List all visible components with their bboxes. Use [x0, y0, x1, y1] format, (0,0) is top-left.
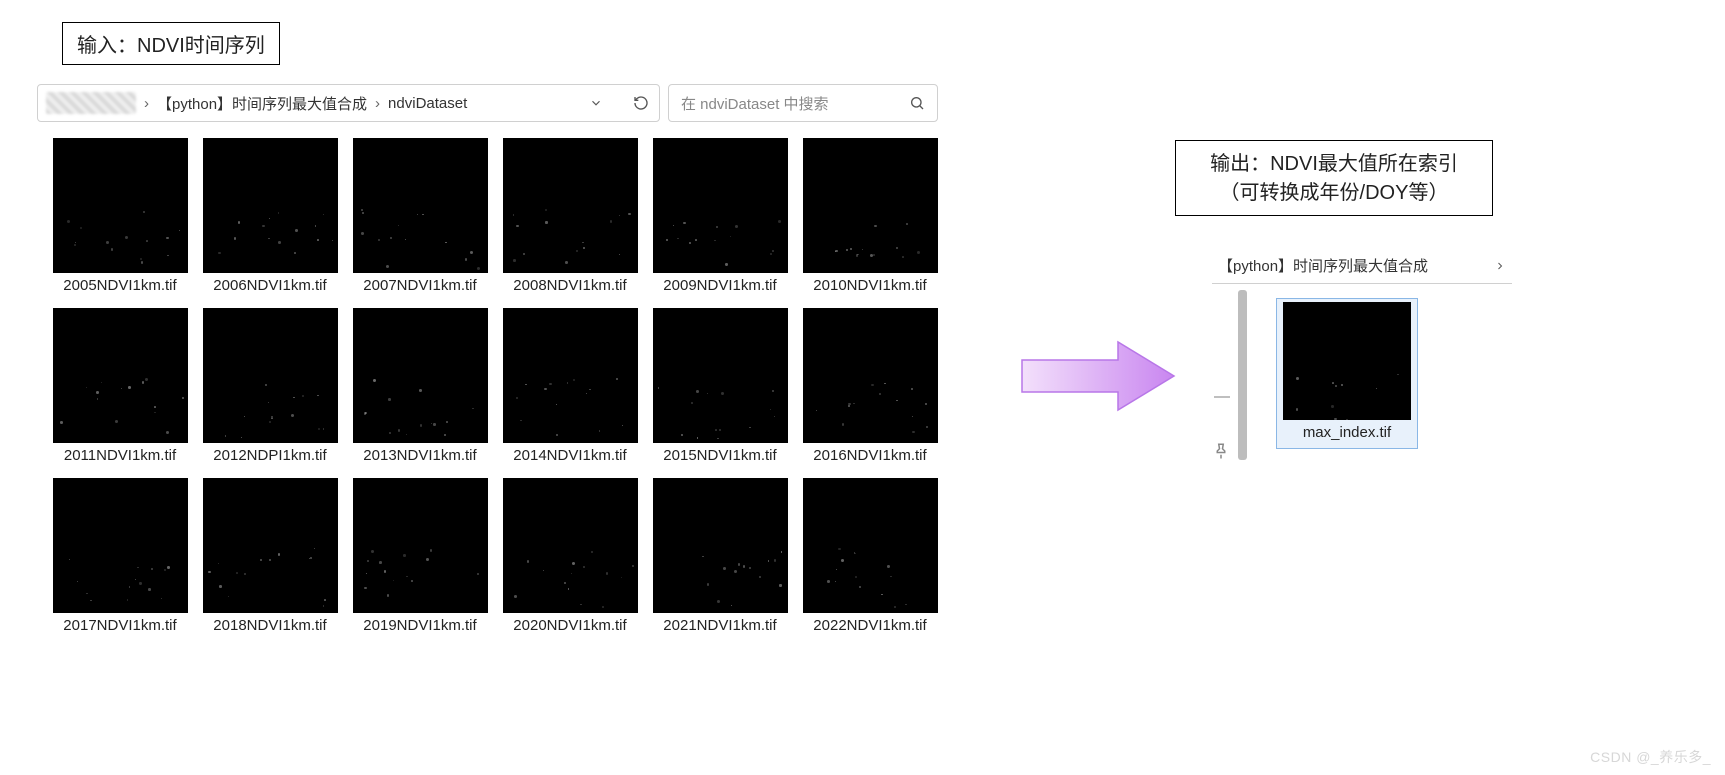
file-item[interactable]: 2011NDVI1km.tif [49, 308, 191, 466]
file-item[interactable]: 2005NDVI1km.tif [49, 138, 191, 296]
output-label-line1: 输出：NDVI最大值所在索引 [1190, 147, 1478, 176]
arrow-icon [1018, 336, 1178, 421]
file-thumbnail [203, 308, 338, 443]
collapse-handle-icon[interactable] [1214, 396, 1230, 398]
breadcrumb[interactable]: › 【python】时间序列最大值合成 › ndviDataset [37, 84, 660, 122]
file-item[interactable]: 2014NDVI1km.tif [499, 308, 641, 466]
right-body: max_index.tif [1212, 284, 1512, 476]
file-item[interactable]: 2021NDVI1km.tif [649, 478, 791, 636]
file-thumbnail [53, 308, 188, 443]
file-name: 2015NDVI1km.tif [649, 447, 791, 466]
file-item[interactable]: 2015NDVI1km.tif [649, 308, 791, 466]
file-item[interactable]: 2016NDVI1km.tif [799, 308, 941, 466]
file-thumbnail [653, 308, 788, 443]
output-label-line2: （可转换成年份/DOY等） [1190, 176, 1478, 205]
file-name: 2016NDVI1km.tif [799, 447, 941, 466]
file-thumbnail [653, 478, 788, 613]
file-name: 2019NDVI1km.tif [349, 617, 491, 636]
file-name: max_index.tif [1279, 424, 1415, 443]
file-thumbnail [53, 478, 188, 613]
breadcrumb-separator: › [373, 95, 382, 112]
file-thumbnail [353, 478, 488, 613]
file-name: 2014NDVI1km.tif [499, 447, 641, 466]
file-name: 2021NDVI1km.tif [649, 617, 791, 636]
chevron-down-icon[interactable] [589, 96, 603, 110]
watermark: CSDN @_养乐多_ [1590, 747, 1711, 767]
right-file-area: max_index.tif [1262, 284, 1512, 476]
file-item[interactable]: 2019NDVI1km.tif [349, 478, 491, 636]
output-label-box: 输出：NDVI最大值所在索引 （可转换成年份/DOY等） [1175, 140, 1493, 216]
file-name: 2018NDVI1km.tif [199, 617, 341, 636]
file-name: 2013NDVI1km.tif [349, 447, 491, 466]
chevron-right-icon[interactable] [1494, 260, 1506, 272]
file-name: 2007NDVI1km.tif [349, 277, 491, 296]
file-thumbnail [503, 138, 638, 273]
search-input[interactable]: 在 ndviDataset 中搜索 [668, 84, 938, 122]
file-item[interactable]: 2017NDVI1km.tif [49, 478, 191, 636]
output-file-item[interactable]: max_index.tif [1276, 298, 1418, 449]
file-thumbnail [803, 478, 938, 613]
file-thumbnail [203, 138, 338, 273]
right-explorer: 【python】时间序列最大值合成 max_index.tif [1212, 248, 1512, 476]
search-placeholder: 在 ndviDataset 中搜索 [681, 93, 829, 114]
breadcrumb-separator: › [142, 95, 151, 112]
redacted-root [46, 92, 136, 114]
file-item[interactable]: 2008NDVI1km.tif [499, 138, 641, 296]
file-item[interactable]: 2020NDVI1km.tif [499, 478, 641, 636]
file-item[interactable]: 2013NDVI1km.tif [349, 308, 491, 466]
file-thumbnail [503, 478, 638, 613]
file-name: 2009NDVI1km.tif [649, 277, 791, 296]
path-row: › 【python】时间序列最大值合成 › ndviDataset 在 ndvi… [37, 84, 947, 122]
file-item[interactable]: 2010NDVI1km.tif [799, 138, 941, 296]
file-thumbnail [1283, 302, 1411, 420]
right-breadcrumb[interactable]: 【python】时间序列最大值合成 [1212, 248, 1512, 284]
file-name: 2020NDVI1km.tif [499, 617, 641, 636]
file-thumbnail [203, 478, 338, 613]
file-item[interactable]: 2018NDVI1km.tif [199, 478, 341, 636]
file-name: 2022NDVI1km.tif [799, 617, 941, 636]
scrollbar[interactable] [1238, 290, 1247, 460]
file-thumbnail [353, 308, 488, 443]
file-thumbnail [653, 138, 788, 273]
file-name: 2005NDVI1km.tif [49, 277, 191, 296]
side-gutter [1212, 284, 1262, 476]
breadcrumb-segment-2[interactable]: ndviDataset [388, 95, 467, 112]
file-name: 2012NDPI1km.tif [199, 447, 341, 466]
breadcrumb-segment-1[interactable]: 【python】时间序列最大值合成 [157, 93, 367, 114]
refresh-icon[interactable] [633, 95, 649, 111]
right-breadcrumb-text[interactable]: 【python】时间序列最大值合成 [1218, 255, 1428, 276]
file-grid: 2005NDVI1km.tif 2006NDVI1km.tif 2007NDVI1k… [37, 132, 947, 635]
file-thumbnail [353, 138, 488, 273]
input-label-box: 输入：NDVI时间序列 [62, 22, 280, 65]
file-name: 2008NDVI1km.tif [499, 277, 641, 296]
file-thumbnail [803, 308, 938, 443]
file-name: 2006NDVI1km.tif [199, 277, 341, 296]
file-item[interactable]: 2006NDVI1km.tif [199, 138, 341, 296]
file-item[interactable]: 2007NDVI1km.tif [349, 138, 491, 296]
file-thumbnail [53, 138, 188, 273]
file-thumbnail [803, 138, 938, 273]
file-name: 2017NDVI1km.tif [49, 617, 191, 636]
left-explorer: › 【python】时间序列最大值合成 › ndviDataset 在 ndvi… [37, 84, 947, 635]
pin-icon[interactable] [1212, 442, 1230, 460]
file-thumbnail [503, 308, 638, 443]
input-label-text: 输入：NDVI时间序列 [77, 35, 265, 57]
file-item[interactable]: 2009NDVI1km.tif [649, 138, 791, 296]
file-name: 2011NDVI1km.tif [49, 447, 191, 466]
file-name: 2010NDVI1km.tif [799, 277, 941, 296]
file-item[interactable]: 2022NDVI1km.tif [799, 478, 941, 636]
file-item[interactable]: 2012NDPI1km.tif [199, 308, 341, 466]
search-icon[interactable] [909, 95, 925, 111]
